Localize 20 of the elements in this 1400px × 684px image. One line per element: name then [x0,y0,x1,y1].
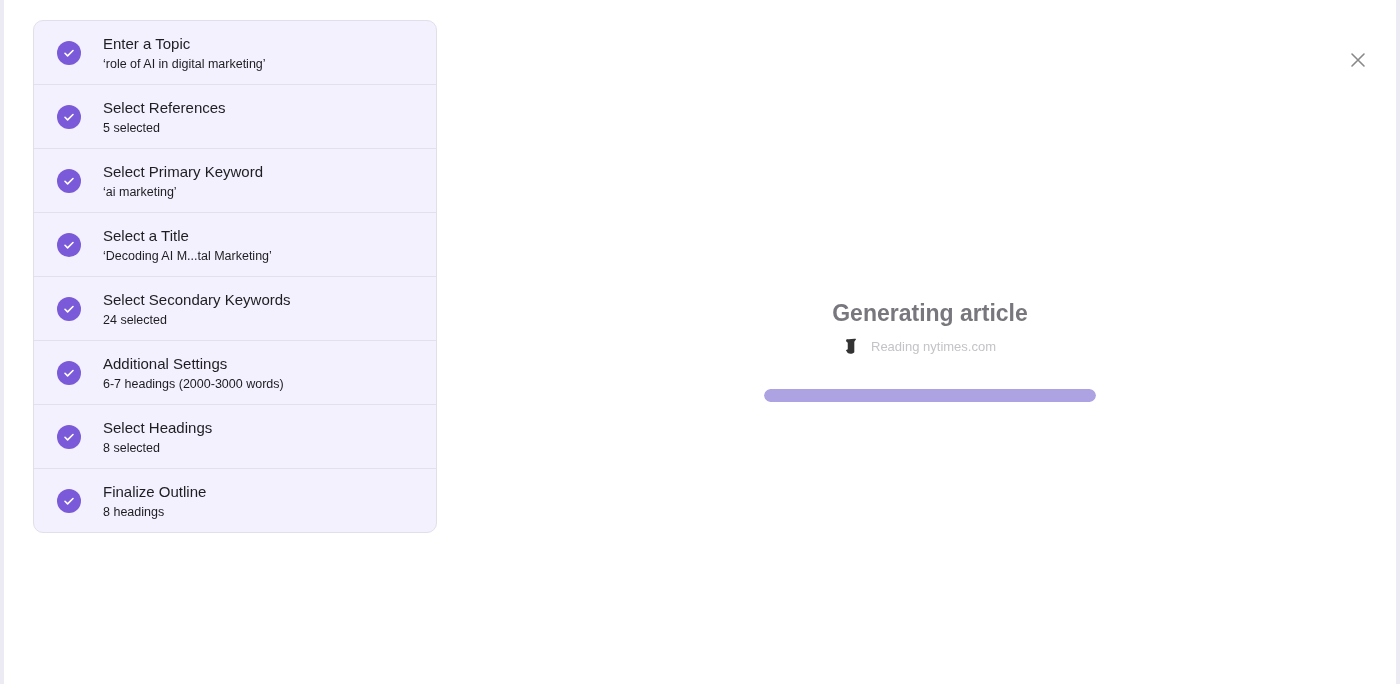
step-detail: 5 selected [103,120,161,135]
source-text: Reading nytimes.com [871,339,996,354]
step-title: Select Primary Keyword [103,162,264,180]
step-title: Select References [103,98,226,116]
step-title: Select Secondary Keywords [103,290,291,308]
step-title: Select Headings [103,418,213,436]
step-title: Finalize Outline [103,482,207,500]
step-title: Select a Title [103,226,190,244]
status-heading: Generating article [832,300,1028,327]
step-detail: 8 headings [103,504,166,519]
step-detail: 8 selected [103,440,161,455]
step-detail: 24 selected [103,312,168,327]
step-detail: 6-7 headings (2000-3000 words) [103,376,284,391]
step-detail: ‘ai marketing’ [103,184,178,199]
close-button[interactable] [1348,50,1368,70]
newspaper-logo-icon [844,337,859,356]
step-detail: ‘Decoding AI M...tal Marketing’ [103,248,272,263]
step-title: Additional Settings [103,354,229,372]
step-title: Enter a Topic [103,34,192,52]
step-detail: ‘role of AI in digital marketing’ [103,56,266,71]
